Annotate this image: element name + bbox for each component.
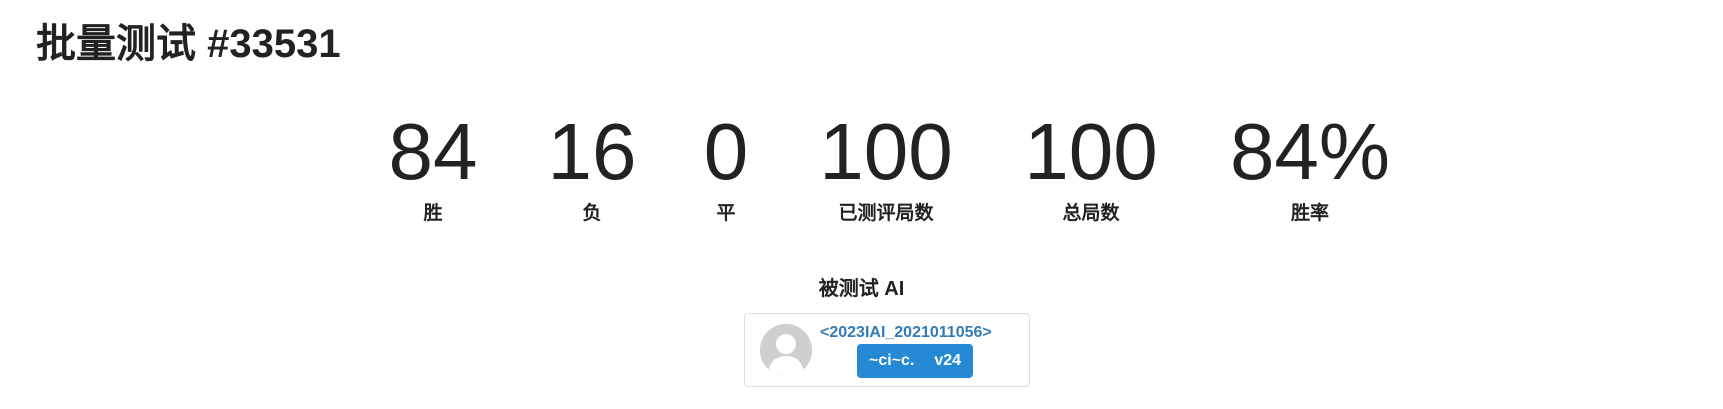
page-title: 批量测试 #33531 [36,22,341,66]
ai-badge-name: ~ci~c. [869,352,915,369]
stats-summary: 84 胜 16 负 0 平 100 已测评局数 100 总局数 84% 胜率 [0,112,1723,232]
stat-win-rate-label: 胜率 [1290,203,1329,224]
stat-evaluated-value: 100 [819,107,953,196]
stat-draws-value: 0 [703,107,749,196]
stat-win-rate: 84% 胜率 [1230,112,1390,225]
default-user-avatar-icon[interactable] [760,324,812,376]
stat-total-value: 100 [1024,107,1158,196]
stat-evaluated: 100 已测评局数 [819,112,952,225]
ai-badge-version: v24 [934,352,962,369]
stat-win-rate-value: 84% [1229,107,1391,196]
stat-total-label: 总局数 [1062,203,1120,224]
stat-wins-label: 胜 [423,203,443,224]
stat-losses-value: 16 [547,107,637,196]
ai-card[interactable]: <2023IAI_2021011056> ~ci~c. v24 [744,313,1030,387]
stat-wins: 84 胜 [389,112,478,225]
stat-losses-label: 负 [582,203,602,224]
stat-losses: 16 负 [548,112,637,225]
tested-ai-section: 被测试 AI [0,275,1723,303]
stat-draws-label: 平 [716,203,736,224]
ai-name-link[interactable]: <2023IAI_2021011056> [820,324,992,342]
stat-total: 100 总局数 [1024,112,1157,225]
tested-ai-label: 被测试 AI [818,278,905,300]
stat-evaluated-label: 已测评局数 [838,203,934,224]
stat-draws: 0 平 [704,112,749,225]
stat-wins-value: 84 [388,107,478,196]
ai-version-badge[interactable]: ~ci~c. v24 [857,344,974,378]
